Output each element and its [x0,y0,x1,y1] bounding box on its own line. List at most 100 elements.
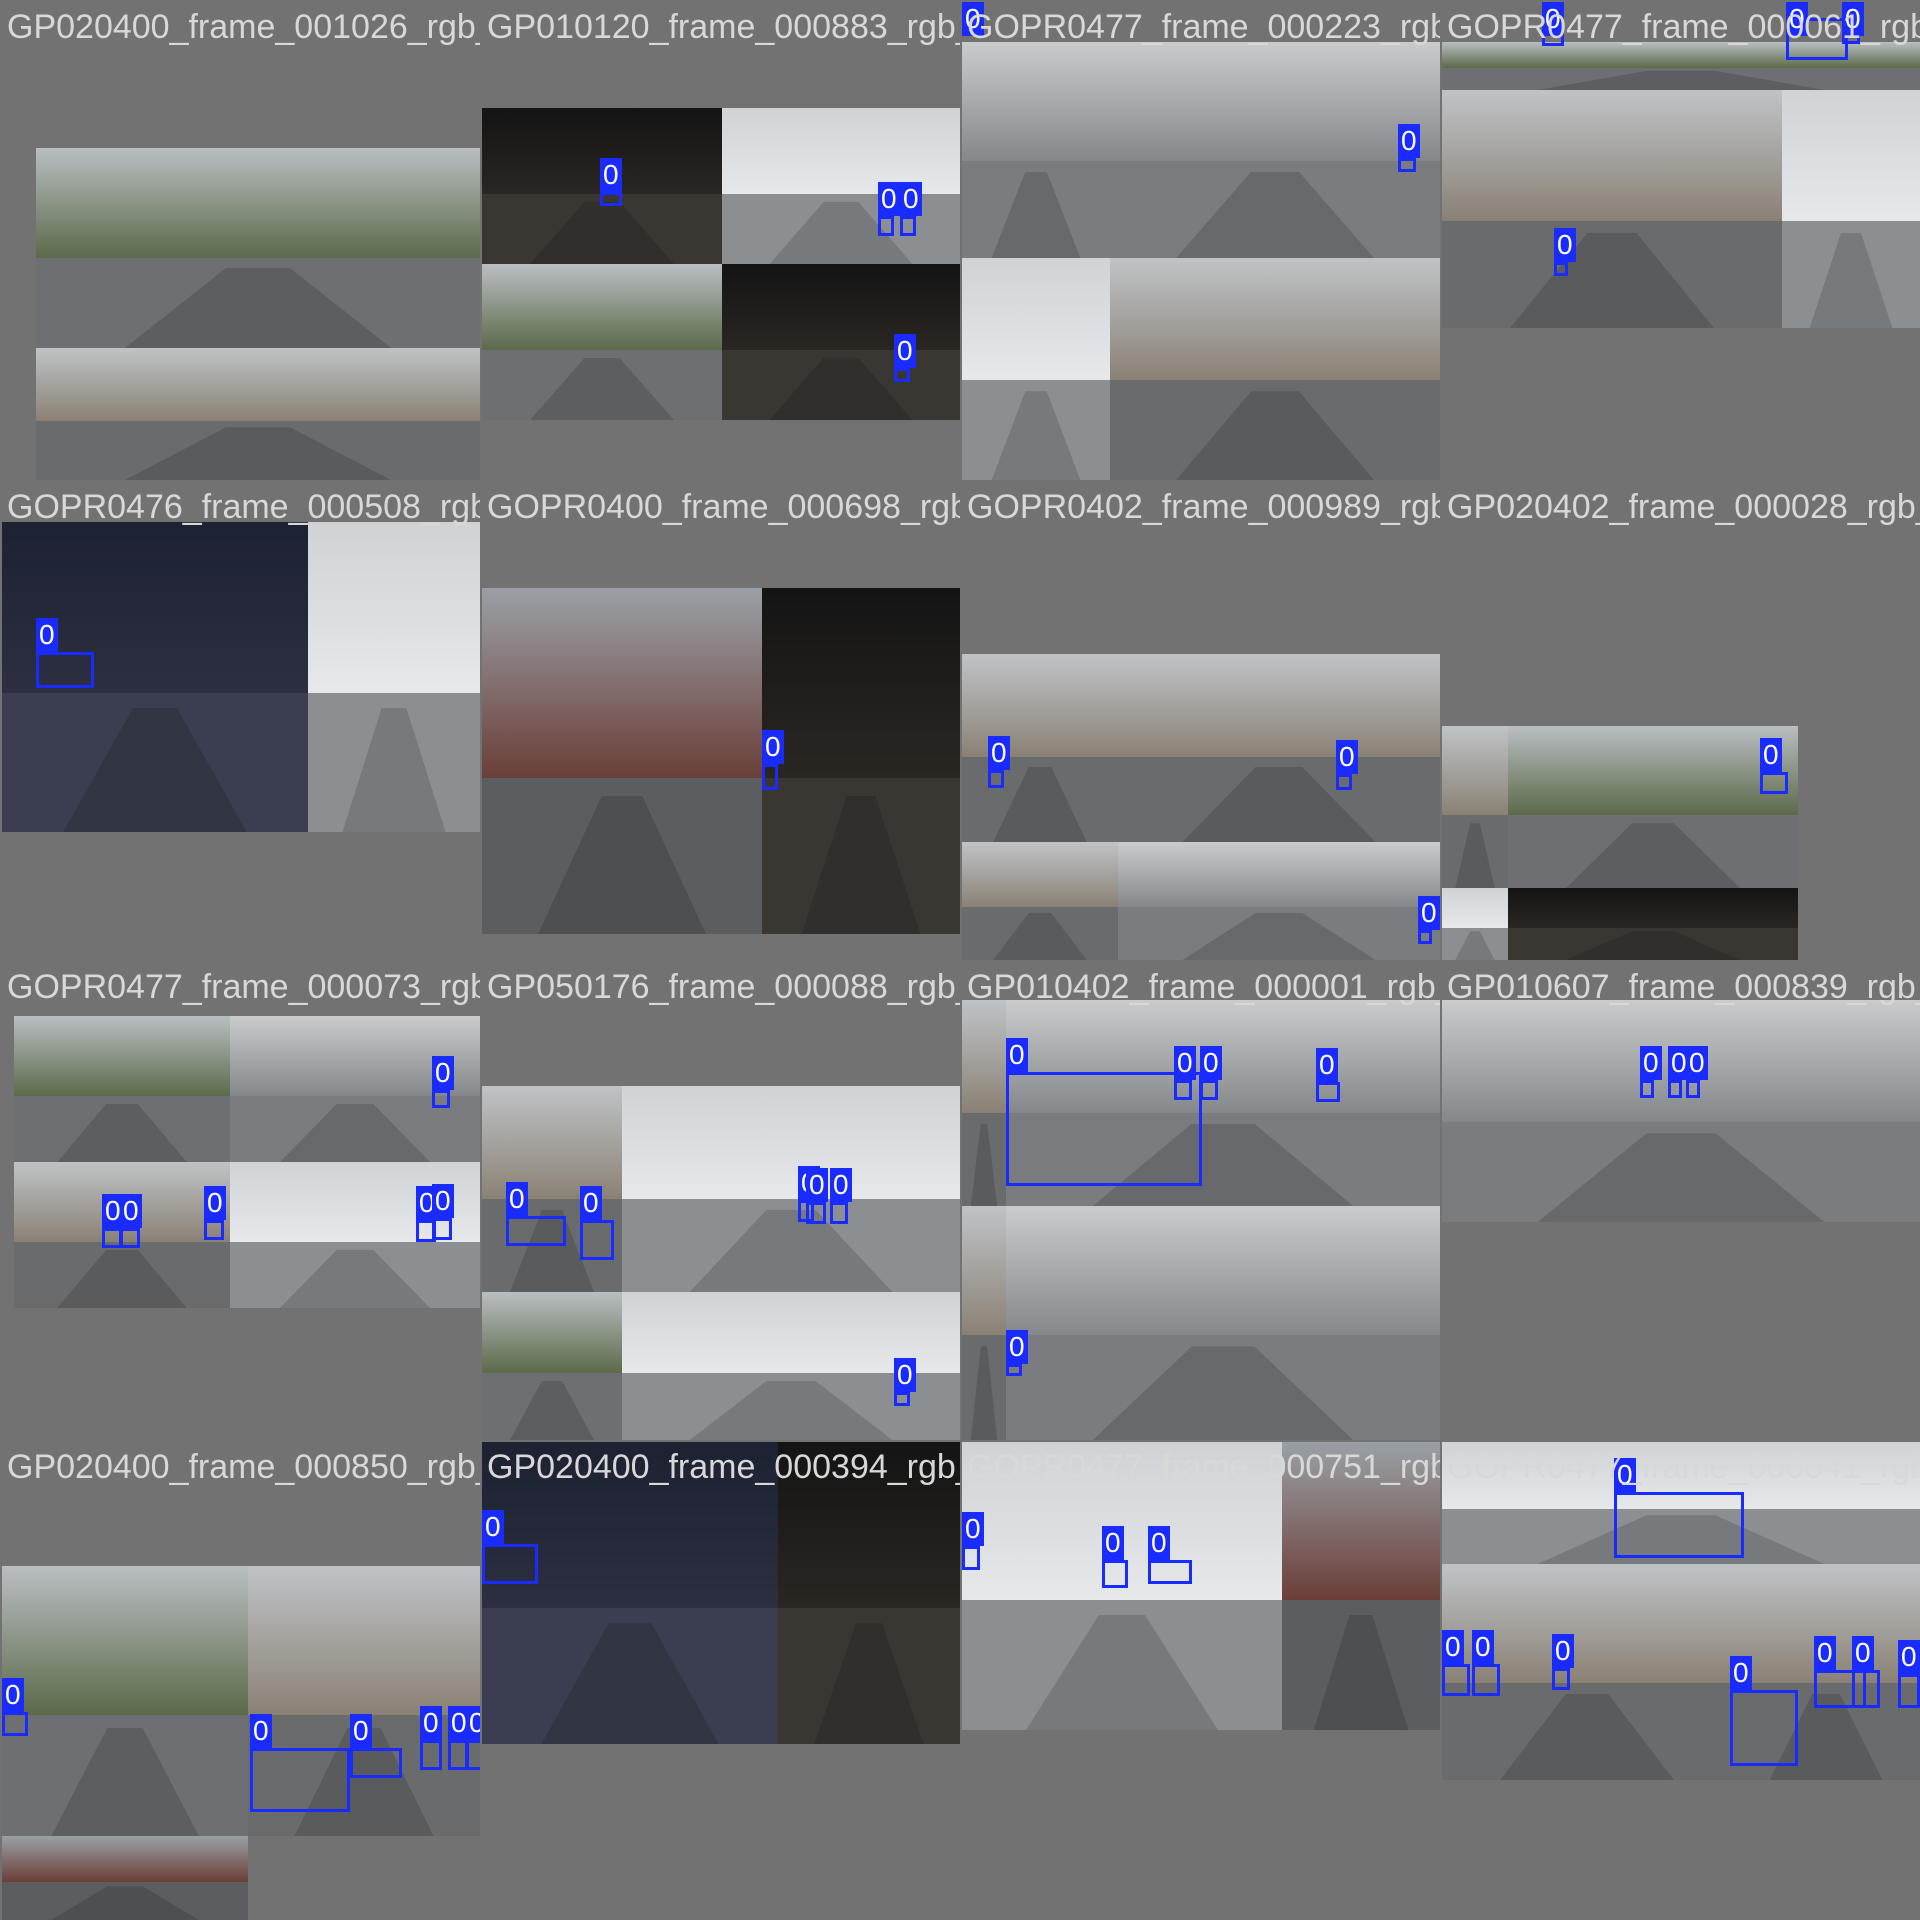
mosaic-cell: 0GP020400_frame_000394_rgb_anon.png [482,1442,960,1920]
detection-box [1442,1664,1470,1696]
detection-class-label: 0 [1006,1038,1028,1072]
detection-box [762,764,778,790]
detection-box [120,1228,140,1248]
detection-class-label: 0 [2,1678,24,1712]
detection-class-label: 0 [1614,1458,1636,1492]
photo-tile [36,148,480,348]
photo-tile [2,1836,248,1920]
detection-box [894,368,910,382]
cell-filename-label: GP020400_frame_000850_rgb_anon.png [7,1448,480,1486]
detection-class-label: 0 [1760,738,1782,772]
detection-class-label: 0 [1786,2,1808,36]
cell-filename-label: GP020400_frame_001026_rgb_anon.png [7,8,480,46]
detection-class-label: 0 [482,1510,504,1544]
mosaic-cell: 0 0 0 GOPR0402_frame_000989_rgb_anon.png [962,482,1440,960]
cell-filename-label: GP020402_frame_000028_rgb_anon.png [1447,488,1920,526]
photo-tile [1442,1000,1920,1222]
detection-class-label: 0 [36,618,58,652]
cell-filename-label: GOPR0400_frame_000698_rgb_anon.png [487,488,960,526]
photo-tile [1118,842,1440,960]
mosaic-cell: 000000GOPR0477_frame_000073_rgb_anon.png [2,962,480,1440]
detection-class-label: 0 [1640,1046,1662,1080]
detection-class-label: 0 [894,334,916,368]
mosaic-cell: 0 GOPR0400_frame_000698_rgb_anon.png [482,482,960,960]
detection-class-label: 0 [120,1194,142,1228]
detection-class-label: 0 [580,1186,602,1220]
mosaic-cell: 000GP010607_frame_000839_rgb_anon.png [1442,962,1920,1440]
mosaic-cell: GP020400_frame_001026_rgb_anon.png [2,2,480,480]
detection-box [466,1740,480,1770]
cell-filename-label: GP010120_frame_000883_rgb_anon.png [487,8,960,46]
detection-box [1760,772,1788,794]
cell-filename-label: GP050176_frame_000088_rgb_anon.png [487,968,960,1006]
detection-box [36,652,94,688]
detection-box [1852,1670,1880,1708]
detection-box [894,1392,910,1406]
mosaic-cell: 0000GOPR0477_frame_000061_rgb_anon.png [1442,2,1920,480]
mosaic-cell: 0 GP020402_frame_000028_rgb_anon.png [1442,482,1920,960]
detection-class-label: 0 [1442,1630,1464,1664]
mosaic-cell: 0000GP010120_frame_000883_rgb_anon.png [482,2,960,480]
detection-class-label: 0 [1542,2,1564,36]
photo-tile [2,1566,248,1836]
detection-class-label: 0 [1398,124,1420,158]
detection-box [250,1748,350,1812]
detection-box [482,1544,538,1584]
photo-tile [962,842,1118,960]
photo-tile [308,522,480,832]
detection-class-label: 0 [1336,740,1358,774]
detection-box [1102,1560,1128,1588]
photo-tile [1782,90,1920,328]
detection-class-label: 0 [204,1186,226,1220]
photo-tile [1006,1206,1440,1440]
detection-class-label: 0 [1552,1634,1574,1668]
detection-box [350,1748,402,1778]
photo-tile [482,264,722,420]
detection-class-label: 0 [1316,1048,1338,1082]
photo-tile [1118,654,1440,842]
detection-box [1472,1664,1500,1696]
photo-tile [1508,888,1798,960]
detection-box [1200,1080,1218,1100]
cell-filename-label: GOPR0402_frame_000989_rgb_anon.png [967,488,1440,526]
photo-tile [762,588,960,934]
photo-tile [1508,726,1798,888]
detection-class-label: 0 [1174,1046,1196,1080]
detection-class-label: 0 [506,1182,528,1216]
detection-box [1174,1080,1192,1100]
detection-class-label: 0 [762,730,784,764]
photo-tile [962,42,1110,258]
detection-class-label: 0 [432,1056,454,1090]
photo-tile [778,1442,960,1744]
detection-class-label: 0 [1730,1656,1752,1690]
mosaic-cell: 000000GP050176_frame_000088_rgb_anon.png [482,962,960,1440]
detection-box [806,1202,826,1224]
detection-class-label: 0 [900,182,922,216]
detection-box [1686,1080,1700,1098]
detection-box [1316,1082,1340,1102]
detection-class-label: 0 [1852,1636,1874,1670]
detection-class-label: 0 [432,1184,454,1218]
detection-box [1640,1080,1654,1098]
detection-box [506,1216,566,1246]
detection-box [1730,1690,1798,1766]
detection-class-label: 0 [894,1358,916,1392]
detection-class-label: 0 [1006,1330,1028,1364]
mosaic-cell: 00000GP010402_frame_000001_rgb_anon.png [962,962,1440,1440]
detection-class-label: 0 [1686,1046,1708,1080]
photo-tile [482,1442,778,1744]
detection-box [448,1740,468,1770]
detection-class-label: 0 [806,1168,828,1202]
mosaic-grid: GP020400_frame_001026_rgb_anon.png [0,0,1920,1920]
photo-tile [482,1292,622,1440]
detection-box [1554,262,1568,276]
photo-tile [962,258,1110,480]
photo-tile [14,1016,230,1162]
photo-tile [1110,42,1440,258]
detection-class-label: 0 [1472,1630,1494,1664]
detection-box [1006,1364,1022,1376]
photo-tile [482,588,762,934]
photo-tile [1282,1442,1440,1730]
detection-box [1668,1080,1682,1098]
detection-box [1336,774,1352,790]
